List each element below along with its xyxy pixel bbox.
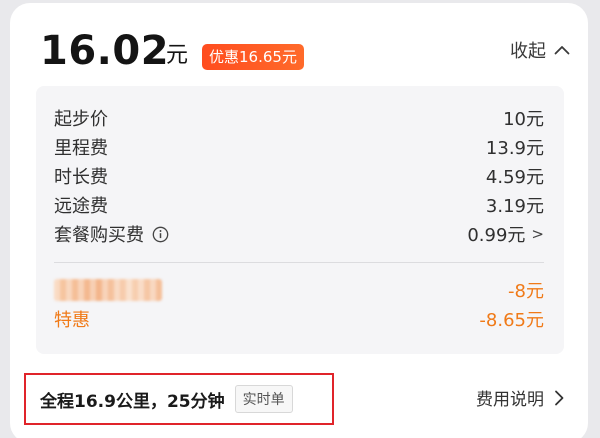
row-label: 远途费 <box>54 196 108 217</box>
blurred-discount-label <box>54 279 162 301</box>
fee-explanation-link[interactable]: 费用说明 <box>476 385 564 410</box>
row-value: 3.19元 <box>485 196 544 217</box>
row-value: 0.99元 <box>467 225 526 246</box>
breakdown-row-long-distance-fee: 远途费 3.19元 <box>54 191 544 219</box>
row-label: 特惠 <box>54 310 90 331</box>
fare-header: 16.02 元 优惠16.65元 收起 <box>40 25 570 77</box>
trip-summary: 全程16.9公里，25分钟 <box>40 391 225 412</box>
breakdown-row-distance-fee: 里程费 13.9元 <box>54 133 544 161</box>
discount-badge: 优惠16.65元 <box>202 44 304 70</box>
row-label: 里程费 <box>54 138 108 159</box>
breakdown-row-base-fare: 起步价 10元 <box>54 104 544 132</box>
trip-summary-highlight: 全程16.9公里，25分钟 实时单 <box>24 373 334 425</box>
fare-breakdown: 起步价 10元 里程费 13.9元 时长费 4.59元 远途费 3.19元 套餐… <box>36 86 564 354</box>
row-value: 10元 <box>503 109 544 130</box>
total-price: 16.02 <box>40 28 170 74</box>
price-unit: 元 <box>166 43 189 68</box>
breakdown-row-package-fee[interactable]: 套餐购买费 0.99元 > <box>54 220 544 248</box>
fee-explanation-label: 费用说明 <box>476 390 544 410</box>
row-label: 起步价 <box>54 109 108 130</box>
row-value: 4.59元 <box>485 167 544 188</box>
info-icon[interactable] <box>152 226 169 243</box>
collapse-label: 收起 <box>510 41 546 62</box>
fare-card: 16.02 元 优惠16.65元 收起 起步价 10元 里程费 13.9元 时长… <box>10 3 588 438</box>
row-value: 13.9元 <box>485 138 544 159</box>
chevron-right-icon <box>555 390 564 405</box>
breakdown-row-duration-fee: 时长费 4.59元 <box>54 162 544 190</box>
row-value: -8.65元 <box>479 310 544 331</box>
collapse-button[interactable]: 收起 <box>510 37 570 63</box>
discount-row-coupon: -8元 <box>54 276 544 304</box>
order-type-tag: 实时单 <box>234 385 293 413</box>
chevron-right-icon: > <box>531 225 544 243</box>
row-label: 套餐购买费 <box>54 225 144 246</box>
row-value: -8元 <box>508 281 544 302</box>
chevron-up-icon <box>554 46 570 55</box>
divider <box>54 262 544 263</box>
row-label: 时长费 <box>54 167 108 188</box>
discount-row-special: 特惠 -8.65元 <box>54 305 544 333</box>
trip-footer: 全程16.9公里，25分钟 实时单 费用说明 <box>24 373 584 425</box>
